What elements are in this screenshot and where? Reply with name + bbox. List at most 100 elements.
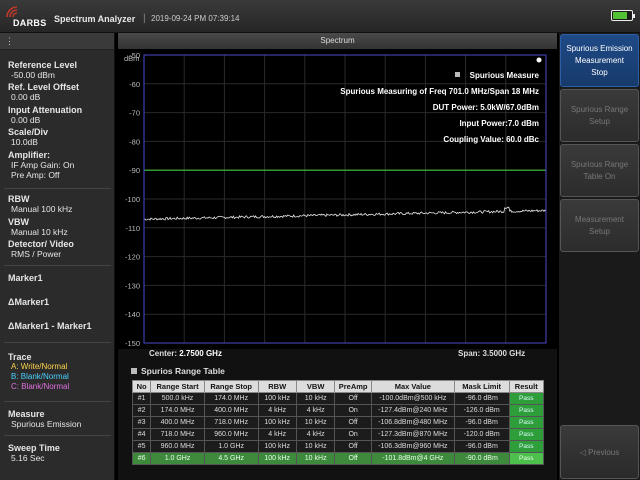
date-time: 2019-09-24 PM 07:39:14: [151, 14, 240, 23]
column-header: RBW: [257, 380, 297, 393]
range-table-title-text: Spurios Range Table: [141, 366, 225, 376]
table-row[interactable]: #4 718.0 MHz 960.0 MHz 4 kHz 4 kHz On -127.3dB…: [131, 428, 544, 441]
table-row[interactable]: #2 174.0 MHz 400.0 MHz 4 kHz 4 kHz On -127.4dB…: [131, 404, 544, 417]
y-tick-label: -130: [125, 281, 140, 290]
sweep-time-label: Sweep Time: [8, 443, 60, 453]
table-cell: 718.0 MHz: [150, 428, 205, 441]
spurious-range-setup-button[interactable]: Spurious Range Setup: [560, 89, 639, 142]
input-attenuation-label: Input Attenuation: [8, 105, 83, 115]
trace[interactable]: Trace A: Write/Normal B: Blank/Normal C:…: [8, 352, 69, 392]
delta-marker1[interactable]: ΔMarker1: [8, 297, 49, 307]
table-cell: 1.0 GHz: [203, 440, 259, 453]
table-cell: #4: [131, 428, 152, 441]
column-header: PreAmp: [334, 380, 372, 393]
table-cell: #1: [131, 392, 152, 405]
table-cell: -96.0 dBm: [453, 416, 510, 429]
amplifier-label: Amplifier:: [8, 150, 51, 160]
table-cell: Off: [334, 392, 372, 405]
y-tick-label: -50: [129, 51, 140, 60]
table-cell: -101.8dBm@4 GHz: [370, 452, 455, 465]
column-header: Range Stop: [203, 380, 259, 393]
info-title: Spurious Measure: [470, 71, 540, 80]
trace-b: B: Blank/Normal: [11, 372, 69, 381]
table-cell: 10 kHz: [295, 440, 336, 453]
table-cell: #3: [131, 416, 152, 429]
table-cell: -120.0 dBm: [453, 428, 510, 441]
table-row[interactable]: #6 1.0 GHz 4.5 GHz 100 kHz 10 kHz Off -101.8dB…: [131, 452, 544, 465]
rbw-label: RBW: [8, 194, 30, 204]
table-cell: 960.0 MHz: [203, 428, 259, 441]
marker1[interactable]: Marker1: [8, 273, 43, 283]
table-cell: 100 kHz: [257, 416, 297, 429]
table-row[interactable]: #3 400.0 MHz 718.0 MHz 100 kHz 10 kHz Off -106…: [131, 416, 544, 429]
scale-div[interactable]: Scale/Div 10.0dB: [8, 127, 48, 147]
scale-div-value: 10.0dB: [11, 137, 38, 147]
info-title-icon: [455, 72, 460, 77]
y-tick-label: -70: [129, 109, 140, 118]
softkey-panel: Spurious Emission Measurement Stop Spuri…: [559, 33, 640, 480]
table-cell: 174.0 MHz: [150, 404, 205, 417]
table-cell: -96.0 dBm: [453, 440, 510, 453]
softkey-line: Measurement: [575, 214, 624, 224]
detector-label: Detector/ Video: [8, 239, 74, 249]
table-cell: 10 kHz: [295, 452, 336, 465]
drag-handle-icon[interactable]: ⋮: [5, 36, 14, 47]
delta-marker1-minus-marker1[interactable]: ΔMarker1 - Marker1: [8, 321, 92, 331]
scale-div-label: Scale/Div: [8, 127, 49, 137]
previous-button[interactable]: ◁ Previous: [560, 425, 639, 479]
app-title: Spectrum Analyzer: [54, 14, 136, 24]
column-header: Mask Limit: [453, 380, 510, 393]
range-table[interactable]: No Range Start Range Stop RBW VBW PreAmp Max V…: [131, 380, 544, 465]
y-tick-label: -120: [125, 253, 140, 262]
y-tick-label: -140: [125, 310, 140, 319]
sweep-time-value: 5.16 Sec: [11, 453, 45, 463]
battery-icon: [611, 10, 635, 21]
input-attenuation-value: 0.00 dB: [11, 115, 41, 125]
column-header: VBW: [295, 380, 336, 393]
status-dot: [536, 57, 542, 63]
spurious-range-table-on-button[interactable]: Spurious Range Table On: [560, 144, 639, 197]
y-tick-label: -60: [129, 80, 140, 89]
amplifier[interactable]: Amplifier: IF Amp Gain: On Pre Amp: Off: [8, 150, 74, 180]
sweep-time[interactable]: Sweep Time 5.16 Sec: [8, 443, 60, 463]
ref-level-offset[interactable]: Ref. Level Offset 0.00 dB: [8, 82, 79, 102]
ref-level-offset-value: 0.00 dB: [11, 92, 41, 102]
y-tick-label: -80: [129, 137, 140, 146]
divider: [4, 188, 111, 189]
result-badge: Pass: [508, 416, 544, 429]
settings-panel: ⋮ Reference Level -50.00 dBm Ref. Level …: [0, 33, 115, 480]
vbw-label: VBW: [8, 217, 29, 227]
table-cell: 4.5 GHz: [203, 452, 259, 465]
rbw[interactable]: RBW Manual 100 kHz: [8, 194, 72, 214]
detector[interactable]: Detector/ Video RMS / Power: [8, 239, 74, 259]
column-header: Max Value: [370, 380, 455, 393]
result-badge: Pass: [508, 440, 544, 453]
span-label: Span:: [458, 349, 481, 358]
trace-a: A: Write/Normal: [11, 362, 68, 371]
table-cell: On: [334, 428, 372, 441]
center-value: 2.7500 GHz: [179, 349, 222, 358]
measurement-setup-button[interactable]: Measurement Setup: [560, 199, 639, 252]
table-cell: 400.0 MHz: [150, 416, 205, 429]
table-cell: 4 kHz: [257, 428, 297, 441]
y-tick-label: -90: [129, 166, 140, 175]
spectrum-panel: Spectrum dBm -50 -60 -70 -80 -90 -100 -110 -120…: [118, 33, 557, 480]
spectrum-plot[interactable]: dBm -50-60-70-80-90-100-110-120-130-140-…: [118, 49, 557, 349]
range-table-title: Spurios Range Table: [131, 366, 225, 376]
table-row[interactable]: #1 500.0 kHz 174.0 MHz 100 kHz 10 kHz Off -100…: [131, 392, 544, 405]
span-frequency[interactable]: Span: 3.5000 GHz: [458, 349, 525, 358]
center-label: Center:: [149, 349, 178, 358]
reference-level[interactable]: Reference Level -50.00 dBm: [8, 60, 77, 80]
spurious-emission-stop-button[interactable]: Spurious Emission Measurement Stop: [560, 34, 639, 87]
column-header: No: [131, 380, 152, 393]
input-attenuation[interactable]: Input Attenuation 0.00 dB: [8, 105, 82, 125]
vbw[interactable]: VBW Manual 10 kHz: [8, 217, 68, 237]
table-cell: -106.3dBm@960 MHz: [370, 440, 455, 453]
settings-panel-header: ⋮: [0, 33, 114, 50]
table-row[interactable]: #5 960.0 MHz 1.0 GHz 100 kHz 10 kHz Off -106.3…: [131, 440, 544, 453]
table-cell: 500.0 kHz: [150, 392, 205, 405]
center-frequency[interactable]: Center: 2.7500 GHz: [149, 349, 222, 358]
measure[interactable]: Measure Spurious Emission: [8, 409, 81, 429]
table-cell: 4 kHz: [295, 428, 336, 441]
table-cell: #6: [131, 452, 152, 465]
